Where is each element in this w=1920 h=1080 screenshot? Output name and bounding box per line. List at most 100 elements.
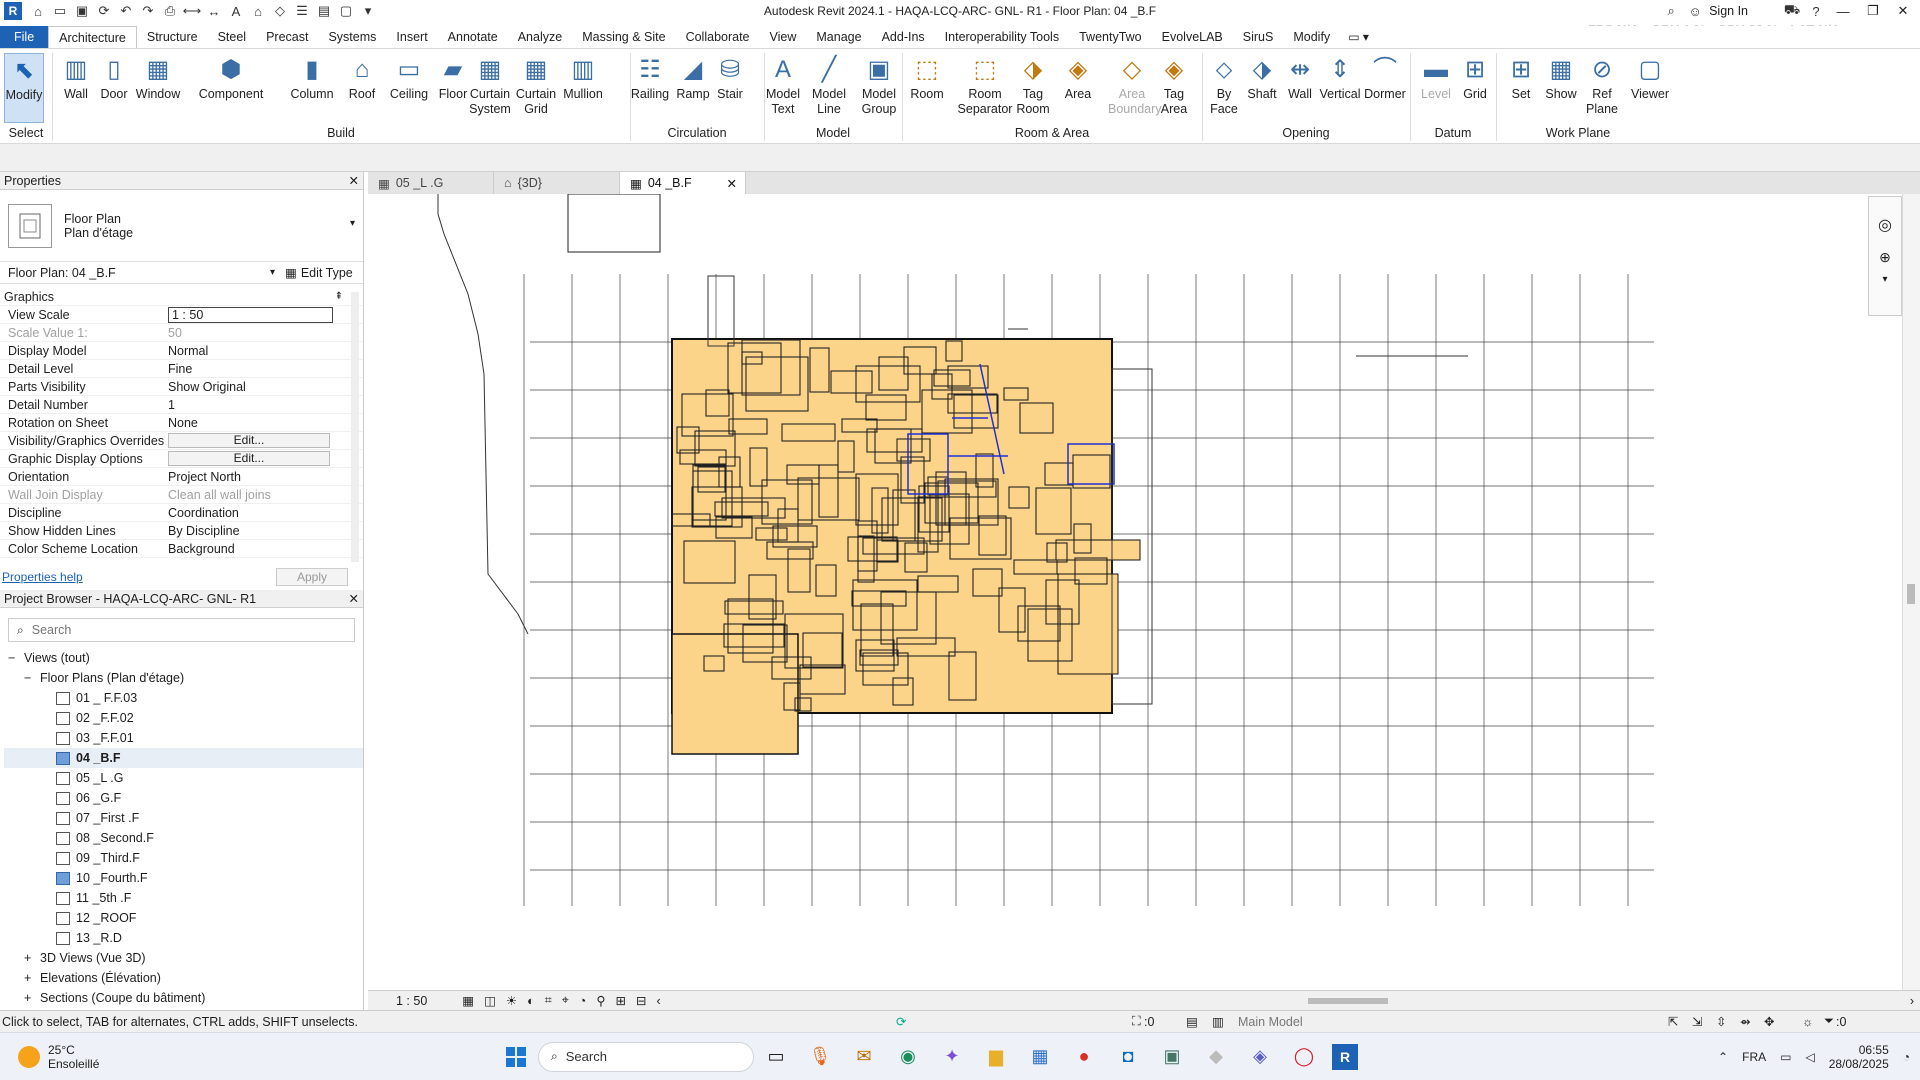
analytical-icon[interactable]: ⊟ (636, 993, 646, 1008)
view-scale[interactable]: 1 : 50 (396, 994, 427, 1008)
property-row[interactable]: Display Model Normal (0, 342, 363, 360)
close-icon[interactable]: ✕ (349, 173, 359, 188)
steering-wheel-icon[interactable]: ◎ (1869, 215, 1901, 235)
tree-plan-10[interactable]: 11 _5th .F (4, 888, 363, 908)
main-model-icon[interactable]: ▥ (1212, 1014, 1224, 1029)
ribbon-tool-component[interactable]: ⬢ Component (192, 53, 270, 102)
mail-app-icon[interactable]: ✉ (848, 1041, 880, 1073)
ribbon-tool-mullion[interactable]: ▥ Mullion (560, 53, 606, 102)
worksets-icon[interactable]: ⟳ (896, 1014, 906, 1029)
collapse-icon[interactable]: − (8, 651, 18, 665)
weather-widget[interactable]: 25°C Ensoleillé (18, 1043, 438, 1071)
collapse-icon[interactable]: − (24, 671, 34, 685)
scroll-thumb[interactable] (1907, 584, 1915, 604)
customize-qat-icon[interactable]: ▾ (358, 1, 378, 21)
ribbon-tool-level[interactable]: ▬ Level (1418, 53, 1454, 102)
ribbon-tab-evolvelab[interactable]: EvolveLAB (1152, 26, 1233, 48)
tree-root-views[interactable]: − Views (tout) (4, 648, 363, 668)
horizontal-scroll-thumb[interactable] (1308, 998, 1388, 1004)
property-row[interactable]: Detail Number 1 (0, 396, 363, 414)
thin-lines-icon[interactable]: ☰ (292, 1, 312, 21)
vertical-scrollbar[interactable] (1902, 194, 1920, 990)
property-edit-button[interactable]: Edit... (168, 451, 330, 466)
tree-plan-6[interactable]: 07 _First .F (4, 808, 363, 828)
ribbon-tab-view[interactable]: View (760, 26, 807, 48)
ribbon-tool-tag-area[interactable]: ◈ Tag Area (1152, 53, 1196, 117)
worksharing-icon[interactable]: ⊞ (616, 993, 626, 1008)
selection-count-icon[interactable]: ⛶ (1132, 1014, 1141, 1029)
ribbon-tool-room[interactable]: ⬚ Room (906, 53, 948, 102)
tree-plan-12[interactable]: 13 _R.D (4, 928, 363, 948)
detail-level-icon[interactable]: ▦ (462, 993, 474, 1008)
home-icon[interactable]: ⌂ (28, 1, 48, 21)
scroll-left-icon[interactable]: ‹ (656, 994, 660, 1008)
ribbon-tool-model-line[interactable]: ╱ Model Line (806, 53, 852, 117)
properties-help-link[interactable]: Properties help (2, 570, 83, 584)
ribbon-tool-wall[interactable]: ▥ Wall (56, 53, 96, 102)
chevron-down-icon[interactable]: ▾ (350, 218, 355, 229)
ribbon-tab-systems[interactable]: Systems (318, 26, 386, 48)
ribbon-tool-viewer[interactable]: ▢ Viewer (1624, 53, 1676, 102)
language-indicator[interactable]: FRA (1742, 1050, 1766, 1064)
volume-icon[interactable]: ◁ (1805, 1050, 1814, 1064)
background-process-icon[interactable]: ☼ (1802, 1015, 1813, 1029)
ribbon-tab-twentytwo[interactable]: TwentyTwo (1069, 26, 1152, 48)
instance-filter[interactable]: Floor Plan: 04 _B.F (0, 266, 270, 280)
select-underlay-icon[interactable]: ⇲ (1692, 1014, 1702, 1029)
store-icon[interactable]: ▦ (1024, 1041, 1056, 1073)
ribbon-tool-shaft[interactable]: ⬗ Shaft (1240, 53, 1284, 102)
property-row[interactable]: Discipline Coordination (0, 504, 363, 522)
tree-plan-3[interactable]: 04 _B.F (4, 748, 363, 768)
panel-label-room-area[interactable]: Room & Area (902, 126, 1202, 140)
ribbon-tool-model-text[interactable]: A Model Text (760, 53, 806, 117)
close-icon[interactable]: ✕ (727, 176, 737, 191)
chrome-icon[interactable]: ● (1068, 1041, 1100, 1073)
sync-icon[interactable]: ⟳ (94, 1, 114, 21)
print-icon[interactable]: ⎙ (160, 1, 180, 21)
search-input[interactable] (31, 623, 332, 637)
tree-plan-9[interactable]: 10 _Fourth.F (4, 868, 363, 888)
ribbon-tab-structure[interactable]: Structure (137, 26, 208, 48)
ribbon-tab-file[interactable]: File (0, 26, 49, 48)
document-tab-0[interactable]: ▦ 05 _L .G (368, 172, 494, 194)
expand-icon[interactable]: + (24, 951, 34, 965)
edge-icon[interactable]: ◉ (892, 1041, 924, 1073)
display-icon[interactable]: ▭ (1780, 1050, 1791, 1064)
type-selector[interactable]: Floor Plan Plan d'étage ▾ (0, 190, 363, 262)
tree-plan-1[interactable]: 02 _F.F.02 (4, 708, 363, 728)
close-button[interactable]: ✕ (1890, 3, 1916, 19)
ribbon-tab-collaborate[interactable]: Collaborate (676, 26, 760, 48)
property-value[interactable]: 1 : 50 (168, 306, 333, 323)
ribbon-tool-area-boundary[interactable]: ◇ Area Boundary (1108, 53, 1162, 117)
panel-label-select[interactable]: Select (0, 126, 52, 140)
contextual-dropdown-icon[interactable]: ▭ ▾ (1348, 26, 1369, 48)
ribbon-tab-sirus[interactable]: SiruS (1233, 26, 1284, 48)
design-options-icon[interactable]: ▤ (1186, 1014, 1198, 1029)
ribbon-tab-steel[interactable]: Steel (208, 26, 257, 48)
property-row[interactable]: Detail Level Fine (0, 360, 363, 378)
dimension-icon[interactable]: ↔ (204, 1, 224, 21)
chevron-down-icon[interactable]: ▾ (1869, 274, 1901, 285)
ribbon-tool-curtain-system[interactable]: ▦ Curtain System (468, 53, 512, 117)
ribbon-tool-by-face[interactable]: ⬦ By Face (1206, 53, 1242, 117)
ribbon-tool-curtain-grid[interactable]: ▦ Curtain Grid (514, 53, 558, 117)
tree-plan-4[interactable]: 05 _L .G (4, 768, 363, 788)
outlook-icon[interactable]: ◘ (1112, 1041, 1144, 1073)
ribbon-tool-window[interactable]: ▦ Window (132, 53, 184, 102)
edit-type-icon[interactable]: ▦ (285, 265, 297, 280)
select-links-icon[interactable]: ⇱ (1668, 1014, 1678, 1029)
windows-start-icon[interactable] (500, 1041, 532, 1073)
property-row[interactable]: Wall Join Display Clean all wall joins (0, 486, 363, 504)
chevron-down-icon[interactable]: ▾ (270, 267, 275, 278)
tree-plan-7[interactable]: 08 _Second.F (4, 828, 363, 848)
tree-plan-11[interactable]: 12 _ROOF (4, 908, 363, 928)
file-explorer-icon[interactable]: ▆ (980, 1041, 1012, 1073)
ribbon-tool-dormer[interactable]: ⌒ Dormer (1362, 53, 1408, 102)
open-icon[interactable]: ▭ (50, 1, 70, 21)
app-faded-icon[interactable]: ◆ (1200, 1041, 1232, 1073)
copilot-icon[interactable]: ✦ (936, 1041, 968, 1073)
3d-view-icon[interactable]: ⌂ (248, 1, 268, 21)
ribbon-tool-roof[interactable]: ⌂ Roof (342, 53, 382, 102)
reveal-hidden-icon[interactable]: ⚲ (596, 993, 605, 1008)
ribbon-tab-manage[interactable]: Manage (806, 26, 871, 48)
